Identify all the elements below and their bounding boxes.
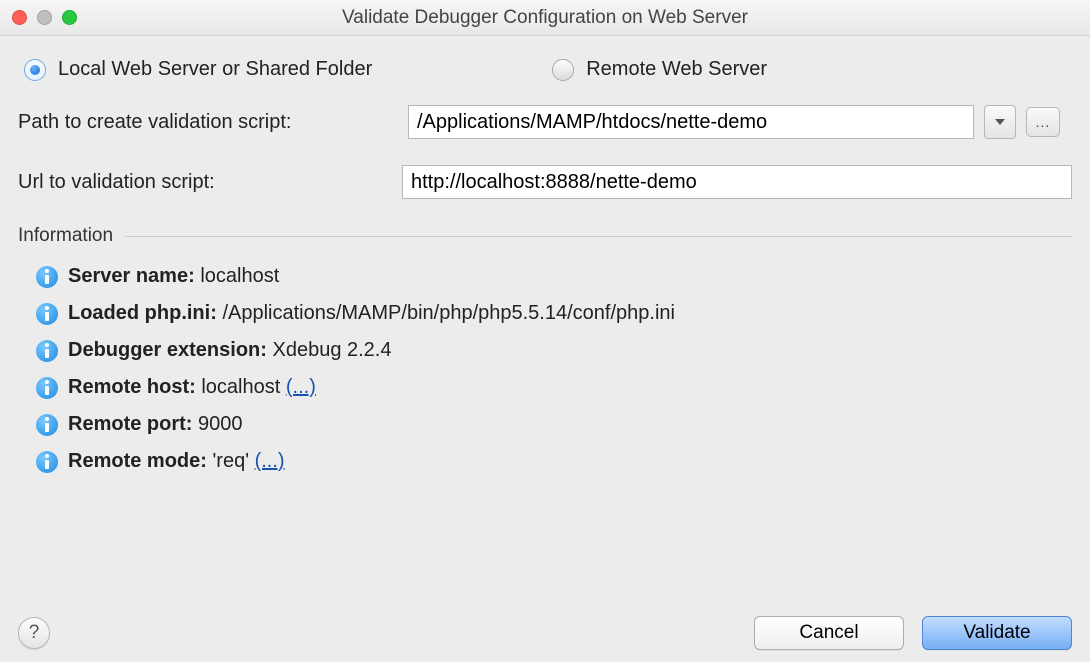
url-row: Url to validation script: <box>18 165 1072 199</box>
server-type-radios: Local Web Server or Shared Folder Remote… <box>18 58 1072 81</box>
info-debugger-extension: Debugger extension: Xdebug 2.2.4 <box>36 339 1072 362</box>
browse-button[interactable]: ... <box>1026 107 1060 137</box>
fullscreen-icon[interactable] <box>62 10 77 25</box>
info-server-name: Server name: localhost <box>36 265 1072 288</box>
path-history-button[interactable] <box>984 105 1016 139</box>
dialog-content: Local Web Server or Shared Folder Remote… <box>0 36 1090 483</box>
remote-mode-link[interactable]: (...) <box>255 450 285 472</box>
info-loaded-php-ini: Loaded php.ini: /Applications/MAMP/bin/p… <box>36 302 1072 325</box>
info-icon <box>36 414 58 436</box>
divider <box>125 236 1072 237</box>
dialog-footer: ? Cancel Validate <box>18 616 1072 650</box>
info-remote-mode: Remote mode: 'req' (...) <box>36 450 1072 473</box>
window-controls <box>12 10 77 25</box>
path-row: Path to create validation script: ... <box>18 105 1072 139</box>
radio-remote-label: Remote Web Server <box>586 58 767 81</box>
path-label: Path to create validation script: <box>18 111 408 134</box>
path-input[interactable] <box>408 105 974 139</box>
info-icon <box>36 340 58 362</box>
info-icon <box>36 303 58 325</box>
remote-host-link[interactable]: (...) <box>286 376 316 398</box>
radio-local-label: Local Web Server or Shared Folder <box>58 58 372 81</box>
info-icon <box>36 377 58 399</box>
validate-button[interactable]: Validate <box>922 616 1072 650</box>
information-section-header: Information <box>18 225 1072 247</box>
radio-icon <box>24 59 46 81</box>
ellipsis-icon: ... <box>1036 114 1051 130</box>
url-input[interactable] <box>402 165 1072 199</box>
info-remote-host: Remote host: localhost (...) <box>36 376 1072 399</box>
section-title: Information <box>18 225 113 247</box>
radio-remote-web-server[interactable]: Remote Web Server <box>552 58 767 81</box>
help-button[interactable]: ? <box>18 617 50 649</box>
close-icon[interactable] <box>12 10 27 25</box>
info-icon <box>36 266 58 288</box>
radio-icon <box>552 59 574 81</box>
info-remote-port: Remote port: 9000 <box>36 413 1072 436</box>
information-list: Server name: localhost Loaded php.ini: /… <box>18 265 1072 473</box>
url-label: Url to validation script: <box>18 171 402 194</box>
titlebar: Validate Debugger Configuration on Web S… <box>0 0 1090 36</box>
minimize-icon[interactable] <box>37 10 52 25</box>
info-icon <box>36 451 58 473</box>
radio-local-web-server[interactable]: Local Web Server or Shared Folder <box>24 58 372 81</box>
chevron-down-icon <box>994 118 1006 126</box>
cancel-button[interactable]: Cancel <box>754 616 904 650</box>
window-title: Validate Debugger Configuration on Web S… <box>0 7 1090 29</box>
